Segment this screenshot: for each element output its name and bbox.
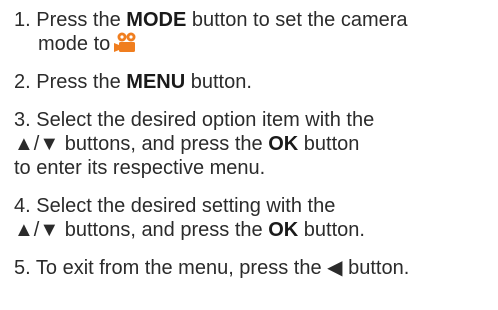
step-5: 5. To exit from the menu, press the ◀ bu… bbox=[14, 256, 494, 280]
step-1-line-1: 1. Press the MODE button to set the came… bbox=[14, 8, 494, 32]
step-text: To exit from the menu, press the bbox=[35, 257, 322, 279]
step-number: 3. bbox=[14, 109, 31, 131]
step-3-line-3: to enter its respective menu. bbox=[14, 156, 494, 180]
step-text: button to set the camera bbox=[191, 9, 408, 31]
ok-key-label: OK bbox=[268, 219, 299, 241]
step-number: 1. bbox=[14, 9, 31, 31]
step-4: 4. Select the desired setting with the ▲… bbox=[14, 194, 494, 242]
step-text: Select the desired setting with the bbox=[36, 195, 336, 217]
instruction-list: 1. Press the MODE button to set the came… bbox=[14, 8, 494, 280]
step-2-line-1: 2. Press the MENU button. bbox=[14, 70, 494, 94]
step-text: mode to bbox=[38, 33, 111, 55]
menu-key-label: MENU bbox=[126, 71, 186, 93]
step-number: 2. bbox=[14, 71, 31, 93]
step-text: button. bbox=[303, 219, 365, 241]
step-2: 2. Press the MENU button. bbox=[14, 70, 494, 94]
step-text: Press the bbox=[36, 71, 121, 93]
up-down-arrows-icon: ▲/▼ bbox=[14, 219, 60, 241]
step-number: 5. bbox=[14, 257, 31, 279]
step-1: 1. Press the MODE button to set the came… bbox=[14, 8, 494, 56]
step-text: buttons, and press the bbox=[64, 133, 263, 155]
step-text: buttons, and press the bbox=[64, 219, 263, 241]
video-camera-icon bbox=[114, 32, 140, 53]
step-text: Select the desired option item with the bbox=[36, 109, 375, 131]
mode-key-label: MODE bbox=[126, 9, 187, 31]
up-down-arrows-icon: ▲/▼ bbox=[14, 133, 60, 155]
step-text: button bbox=[303, 133, 360, 155]
step-3-line-2: ▲/▼ buttons, and press the OK button bbox=[14, 132, 494, 156]
step-number: 4. bbox=[14, 195, 31, 217]
step-text: Press the bbox=[36, 9, 121, 31]
step-text: to enter its respective menu. bbox=[14, 157, 266, 179]
step-text: button. bbox=[348, 257, 410, 279]
step-4-line-2: ▲/▼ buttons, and press the OK button. bbox=[14, 218, 494, 242]
step-5-line-1: 5. To exit from the menu, press the ◀ bu… bbox=[14, 256, 494, 280]
step-text: button. bbox=[190, 71, 252, 93]
step-1-line-2: mode to bbox=[14, 32, 494, 56]
step-3: 3. Select the desired option item with t… bbox=[14, 108, 494, 180]
left-arrow-icon: ◀ bbox=[327, 257, 343, 279]
ok-key-label: OK bbox=[268, 133, 299, 155]
step-3-line-1: 3. Select the desired option item with t… bbox=[14, 108, 494, 132]
step-4-line-1: 4. Select the desired setting with the bbox=[14, 194, 494, 218]
